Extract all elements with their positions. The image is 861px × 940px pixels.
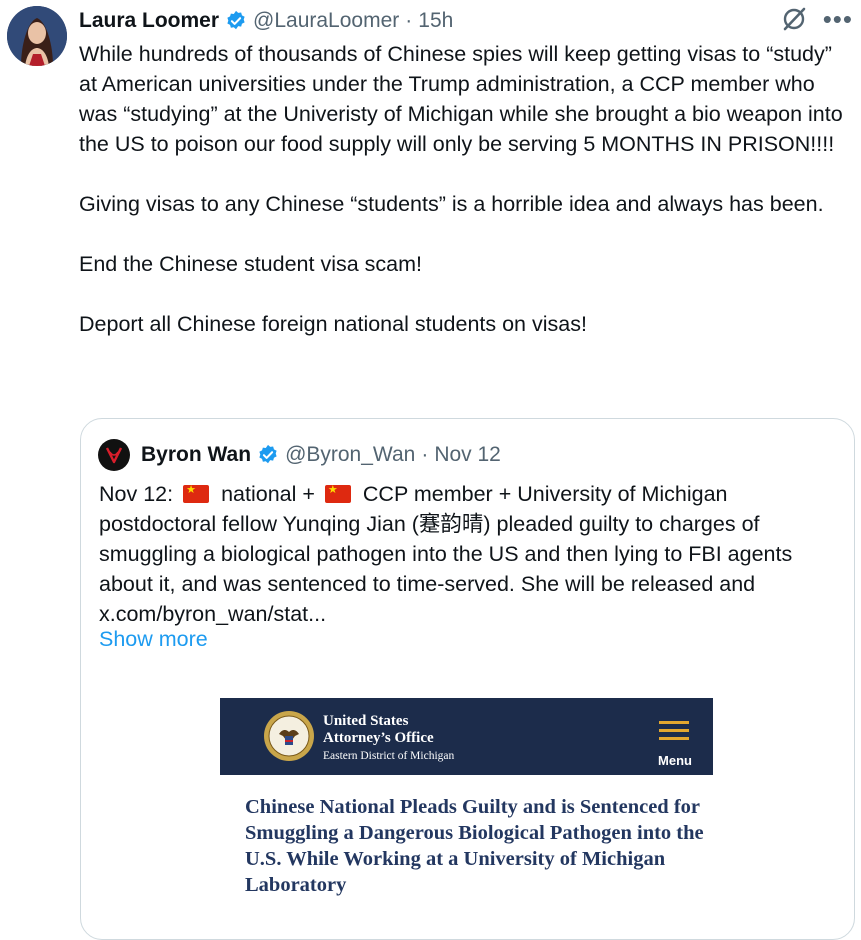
doj-seal-icon [264, 711, 314, 761]
more-icon[interactable]: ••• [823, 6, 853, 32]
menu-label: Menu [658, 753, 692, 768]
menu-icon [659, 721, 689, 740]
china-flag-icon [324, 484, 351, 503]
doj-district-subtitle: Eastern District of Michigan [323, 750, 455, 762]
press-release-headline: Chinese National Pleads Guilty and is Se… [245, 796, 704, 896]
separator-dot: · [405, 9, 413, 32]
author-avatar[interactable] [7, 6, 67, 66]
quoted-author-handle[interactable]: @Byron_Wan [285, 443, 415, 467]
quoted-text-part-2: national + [221, 482, 315, 506]
tweet-text: While hundreds of thousands of Chinese s… [79, 42, 843, 336]
doj-office-title: United States Attorney’s Office [323, 713, 434, 747]
quoted-author-avatar[interactable] [98, 439, 130, 471]
author-name[interactable]: Laura Loomer [79, 9, 219, 33]
author-handle[interactable]: @LauraLoomer [253, 9, 399, 33]
tweet-header: Laura Loomer @LauraLoomer · 15h [79, 6, 453, 36]
quoted-author-name[interactable]: Byron Wan [141, 443, 251, 467]
quoted-text-part-3: CCP member + University of Michigan post… [99, 482, 793, 626]
grok-icon[interactable] [781, 6, 807, 32]
doj-title-line-2: Attorney’s Office [323, 730, 434, 746]
show-more-link[interactable]: Show more [99, 627, 208, 652]
doj-title-line-1: United States [323, 713, 409, 729]
verified-badge-icon [259, 444, 277, 464]
quoted-tweet-text: Nov 12: national + CCP member + Universi… [99, 479, 829, 629]
verified-badge-icon [227, 10, 245, 30]
quoted-text-part-1: Nov 12: [99, 482, 174, 506]
v-logo-icon [105, 447, 123, 464]
china-flag-icon [183, 484, 210, 503]
tweet-actions-top: ••• [781, 6, 853, 32]
doj-header-banner: United States Attorney’s Office Eastern … [220, 698, 713, 775]
separator-dot: · [421, 443, 429, 466]
quoted-tweet-card[interactable]: Byron Wan @Byron_Wan · Nov 12 Nov 12: na… [80, 418, 855, 940]
quoted-tweet-header: Byron Wan @Byron_Wan · Nov 12 [98, 439, 501, 471]
quoted-tweet-timestamp[interactable]: Nov 12 [434, 443, 501, 467]
tweet-timestamp[interactable]: 15h [418, 9, 453, 33]
